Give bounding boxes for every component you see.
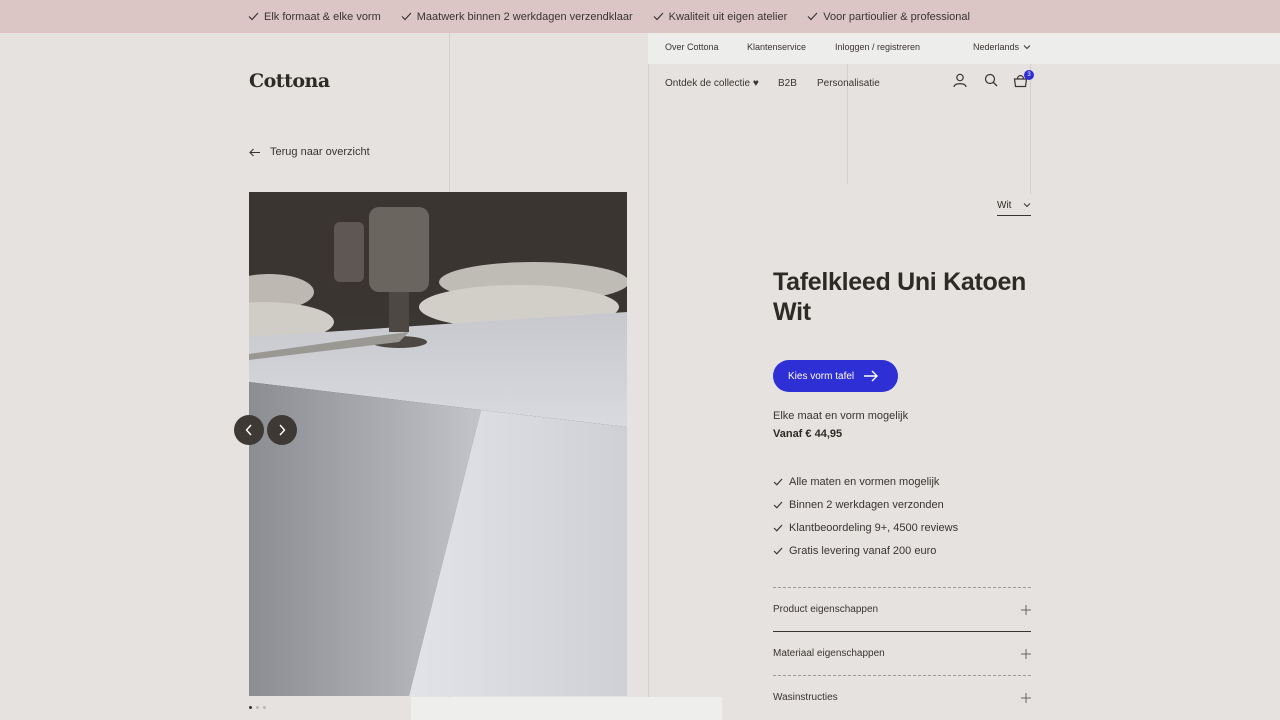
arrow-right-icon xyxy=(864,370,879,382)
search-icon[interactable] xyxy=(984,73,998,88)
usp-item: Elk formaat & elke vorm xyxy=(248,11,381,23)
gallery-next-button[interactable] xyxy=(267,415,297,445)
grid-line xyxy=(1030,64,1031,194)
price: Vanaf € 44,95 xyxy=(773,428,843,440)
usp-item: Kwaliteit uit eigen atelier xyxy=(653,10,788,23)
bottom-panel xyxy=(411,697,722,720)
size-info: Elke maat en vorm mogelijk xyxy=(773,410,909,422)
cart-count-badge: 3 xyxy=(1024,70,1034,80)
check-icon xyxy=(773,501,783,509)
util-link-service[interactable]: Klantenservice xyxy=(747,42,806,52)
usp-text: Kwaliteit uit eigen atelier xyxy=(668,10,788,23)
feature-item: Alle maten en vormen mogelijk xyxy=(773,470,958,493)
feature-text: Alle maten en vormen mogelijk xyxy=(789,475,940,488)
feature-list: Alle maten en vormen mogelijk Binnen 2 w… xyxy=(773,470,958,562)
grid-line xyxy=(648,33,649,720)
gallery-dot[interactable] xyxy=(249,706,252,709)
chevron-down-icon xyxy=(1023,45,1031,50)
usp-item: Maatwerk binnen 2 werkdagen verzendklaar xyxy=(401,11,633,23)
usp-text: Elk formaat & elke vorm xyxy=(264,10,381,23)
chevron-right-icon xyxy=(279,424,286,436)
back-to-overview-link[interactable]: Terug naar overzicht xyxy=(249,146,370,158)
chevron-left-icon xyxy=(245,424,252,436)
arrow-left-icon xyxy=(249,148,260,156)
feature-item: Gratis levering vanaf 200 euro xyxy=(773,539,958,562)
product-image xyxy=(249,192,627,696)
chevron-down-icon xyxy=(1023,203,1031,208)
usp-text: Voor partioulier & professional xyxy=(823,10,970,23)
plus-icon xyxy=(1021,604,1031,615)
plus-icon xyxy=(1021,648,1031,659)
feature-text: Klantbeoordeling 9+, 4500 reviews xyxy=(789,521,959,534)
check-icon xyxy=(773,478,783,486)
language-label: Nederlands xyxy=(973,42,1020,52)
feature-text: Gratis levering vanaf 200 euro xyxy=(789,544,937,557)
accordion-washing-instructions[interactable]: Wasinstructies xyxy=(773,675,1031,719)
nav-item-personalize[interactable]: Personalisatie xyxy=(817,78,880,89)
check-icon xyxy=(807,12,818,21)
cta-label: Kies vorm tafel xyxy=(788,370,855,382)
choose-table-shape-button[interactable]: Kies vorm tafel xyxy=(773,360,898,392)
product-accordion: Product eigenschappen Materiaal eigensch… xyxy=(773,587,1031,719)
usp-text: Maatwerk binnen 2 werkdagen verzendklaar xyxy=(416,10,633,23)
tablecloth-photo xyxy=(249,192,627,696)
accordion-label: Materiaal eigenschappen xyxy=(773,648,885,659)
nav-item-b2b[interactable]: B2B xyxy=(778,78,797,89)
usp-item: Voor partioulier & professional xyxy=(807,11,970,23)
plus-icon xyxy=(1021,692,1031,703)
logo[interactable]: Cottona xyxy=(249,70,330,92)
gallery-dot[interactable] xyxy=(256,706,259,709)
gallery-dot[interactable] xyxy=(263,706,266,709)
check-icon xyxy=(653,12,664,21)
usp-bar: Elk formaat & elke vorm Maatwerk binnen … xyxy=(0,0,1280,33)
feature-item: Klantbeoordeling 9+, 4500 reviews xyxy=(773,516,958,539)
color-select-value: Wit xyxy=(997,199,1012,211)
accordion-label: Product eigenschappen xyxy=(773,604,879,615)
accordion-label: Wasinstructies xyxy=(773,692,838,703)
accordion-material-properties[interactable]: Materiaal eigenschappen xyxy=(773,631,1031,675)
nav-item-collection[interactable]: Ontdek de collectie ♥ xyxy=(665,78,759,89)
color-select[interactable]: Wit xyxy=(997,195,1031,216)
accordion-product-properties[interactable]: Product eigenschappen xyxy=(773,587,1031,631)
language-select[interactable]: Nederlands xyxy=(973,42,1031,52)
back-link-label: Terug naar overzicht xyxy=(270,146,370,158)
user-icon[interactable] xyxy=(953,73,967,88)
check-icon xyxy=(401,12,412,21)
check-icon xyxy=(773,547,783,555)
util-link-about[interactable]: Over Cottona xyxy=(665,42,719,52)
gallery-pagination xyxy=(249,706,266,709)
check-icon xyxy=(248,12,259,21)
check-icon xyxy=(773,524,783,532)
feature-item: Binnen 2 werkdagen verzonden xyxy=(773,493,958,516)
feature-text: Binnen 2 werkdagen verzonden xyxy=(789,498,944,511)
util-link-login[interactable]: Inloggen / registreren xyxy=(835,42,920,52)
utility-nav: Over Cottona Klantenservice Inloggen / r… xyxy=(648,33,1280,64)
gallery-prev-button[interactable] xyxy=(234,415,264,445)
product-title: Tafelkleed Uni Katoen Wit xyxy=(773,268,1027,326)
